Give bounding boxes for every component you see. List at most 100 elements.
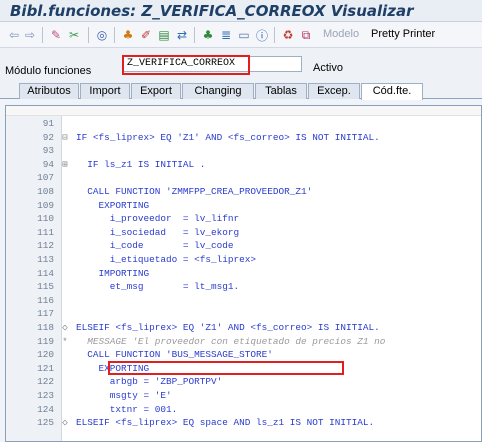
highlight-box-call-function <box>108 361 344 375</box>
info-icon[interactable]: ⓘ <box>254 27 270 43</box>
fold-marker-icon[interactable]: ◇ <box>60 323 70 333</box>
line-number: 91 <box>42 118 54 129</box>
code-line[interactable]: 93 <box>6 145 481 157</box>
debug-icon[interactable]: ⧉ <box>298 27 314 43</box>
display-navigation-icon[interactable]: ⇄ <box>174 27 190 43</box>
code-line[interactable]: 108 CALL FUNCTION 'ZMMFPP_CREA_PROVEEDOR… <box>6 186 481 197</box>
fold-marker-icon[interactable]: ⊟ <box>60 132 70 143</box>
code-text: IF <fs_liprex> EQ 'Z1' AND <fs_correo> I… <box>76 131 380 143</box>
line-number: 112 <box>37 240 54 252</box>
toolbar-separator <box>274 27 275 43</box>
other-object-icon[interactable]: ✎ <box>48 27 64 43</box>
code-text: EXPORTING <box>76 199 150 211</box>
line-number: 119 <box>37 335 54 347</box>
line-number: 118 <box>37 322 54 333</box>
toggle-display-change-icon[interactable]: ✂ <box>66 27 82 43</box>
line-number: 93 <box>42 145 54 157</box>
line-number: 115 <box>37 281 54 293</box>
line-number: 120 <box>37 349 54 361</box>
tab-tablas[interactable]: Tablas <box>255 83 307 99</box>
code-text: i_etiquetado = <fs_liprex> <box>76 254 257 265</box>
code-text: i_code = lv_code <box>76 240 234 252</box>
pretty-printer-button[interactable]: Pretty Printer <box>371 28 435 40</box>
edit-pencil-icon[interactable]: ✐ <box>138 27 154 43</box>
object-list-icon[interactable]: ▤ <box>156 27 172 43</box>
back-arrow-icon[interactable]: ⇦ <box>6 27 22 43</box>
line-number: 109 <box>37 199 54 211</box>
fold-marker-icon[interactable]: ⊞ <box>60 159 70 170</box>
code-line[interactable]: 107 <box>6 172 481 184</box>
hierarchy-icon[interactable]: ♣ <box>200 27 216 43</box>
code-text: msgty = 'E' <box>76 390 172 401</box>
code-comment: MESSAGE 'El proveedor con etiquetado de … <box>76 335 386 347</box>
line-number: 92 <box>42 131 54 143</box>
tab-codigo-fuente[interactable]: Cód.fte. <box>361 83 423 100</box>
modelo-button[interactable]: Modelo <box>323 28 359 40</box>
tab-atributos[interactable]: Atributos <box>19 83 79 99</box>
highlight-box-module <box>122 55 250 75</box>
code-line[interactable]: 113 i_etiquetado = <fs_liprex> <box>6 254 481 265</box>
line-number: 125 <box>37 417 54 429</box>
window-title: Bibl.funciones: Z_VERIFICA_CORREOX Visua… <box>10 2 414 20</box>
code-line[interactable]: 124 txtnr = 001. <box>6 403 481 415</box>
tab-changing[interactable]: Changing <box>182 83 254 99</box>
code-text: txtnr = 001. <box>76 403 178 415</box>
line-number: 124 <box>37 403 54 415</box>
code-line[interactable]: 118 ◇ ELSEIF <fs_liprex> EQ 'Z1' AND <fs_c… <box>6 322 481 333</box>
code-text: IF ls_z1 IS INITIAL . <box>76 158 206 170</box>
code-line[interactable]: 122 arbgb = 'ZBP_PORTPV' <box>6 376 481 388</box>
code-text: i_proveedor = lv_lifnr <box>76 213 240 225</box>
code-line[interactable]: 111 i_sociedad = lv_ekorg <box>6 226 481 238</box>
line-number: 94 <box>42 158 54 170</box>
code-line[interactable]: 92 ⊟ IF <fs_liprex> EQ 'Z1' AND <fs_correo… <box>6 131 481 143</box>
activate-icon[interactable]: ◎ <box>94 27 110 43</box>
module-field-row: Módulo funciones Z_VERIFICA_CORREOX Acti… <box>0 48 482 82</box>
code-line[interactable]: 110 i_proveedor = lv_lifnr <box>6 213 481 225</box>
tab-import[interactable]: Import <box>80 83 130 99</box>
line-number: 114 <box>37 267 54 279</box>
toolbar-separator <box>42 27 43 43</box>
tab-export[interactable]: Export <box>131 83 181 99</box>
application-toolbar: ⇦ ⇨ ✎ ✂ ◎ ♣ ✐ ▤ ⇄ ♣ ≣ ▭ ⓘ ♻ ⧉ Modelo Pre… <box>0 22 482 48</box>
code-line[interactable]: 114 IMPORTING <box>6 267 481 279</box>
code-line[interactable]: 117 <box>6 309 481 319</box>
code-line[interactable]: 123 msgty = 'E' <box>6 390 481 401</box>
tab-strip: Atributos Import Export Changing Tablas … <box>0 82 482 100</box>
line-number: 107 <box>37 172 54 184</box>
code-text: ELSEIF <fs_liprex> EQ 'Z1' AND <fs_corre… <box>76 322 380 333</box>
line-number: 123 <box>37 390 54 401</box>
line-number: 108 <box>37 186 54 197</box>
code-line[interactable]: 94 ⊞ IF ls_z1 IS INITIAL . <box>6 158 481 170</box>
editor-top-band <box>6 106 481 116</box>
code-line[interactable]: 109 EXPORTING <box>6 199 481 211</box>
line-number: 116 <box>37 294 54 306</box>
code-line[interactable]: 91 <box>6 118 481 129</box>
test-icon[interactable]: ♻ <box>280 27 296 43</box>
line-number: 111 <box>37 226 54 238</box>
code-line[interactable]: 112 i_code = lv_code <box>6 240 481 252</box>
code-text: CALL FUNCTION 'ZMMFPP_CREA_PROVEEDOR_Z1' <box>76 186 313 197</box>
forward-arrow-icon[interactable]: ⇨ <box>22 27 38 43</box>
toolbar-separator <box>194 27 195 43</box>
code-line[interactable]: 116 <box>6 294 481 306</box>
code-text: CALL FUNCTION 'BUS_MESSAGE_STORE' <box>76 349 273 361</box>
line-number: 110 <box>37 213 54 225</box>
code-line[interactable]: 125 ◇ ELSEIF <fs_liprex> EQ space AND ls_z… <box>6 417 481 429</box>
code-text: et_msg = lt_msg1. <box>76 281 240 293</box>
where-used-icon[interactable]: ♣ <box>120 27 136 43</box>
tab-excep[interactable]: Excep. <box>308 83 360 99</box>
code-line[interactable]: 115 et_msg = lt_msg1. <box>6 281 481 293</box>
fold-marker-icon[interactable]: * <box>60 336 70 347</box>
title-bar: Bibl.funciones: Z_VERIFICA_CORREOX Visua… <box>0 0 482 22</box>
toolbar-separator <box>114 27 115 43</box>
align-icon[interactable]: ≣ <box>218 27 234 43</box>
line-number: 122 <box>37 376 54 388</box>
window-icon[interactable]: ▭ <box>236 27 252 43</box>
code-line[interactable]: 120 CALL FUNCTION 'BUS_MESSAGE_STORE' <box>6 349 481 361</box>
line-number: 113 <box>37 254 54 265</box>
module-label: Módulo funciones <box>5 65 92 77</box>
code-editor[interactable]: 91 92 ⊟ IF <fs_liprex> EQ 'Z1' AND <fs_corr… <box>5 105 482 442</box>
code-text: i_sociedad = lv_ekorg <box>76 226 240 238</box>
fold-marker-icon[interactable]: ◇ <box>60 418 70 428</box>
code-line[interactable]: 119 * MESSAGE 'El proveedor con etiquetad… <box>6 335 481 347</box>
